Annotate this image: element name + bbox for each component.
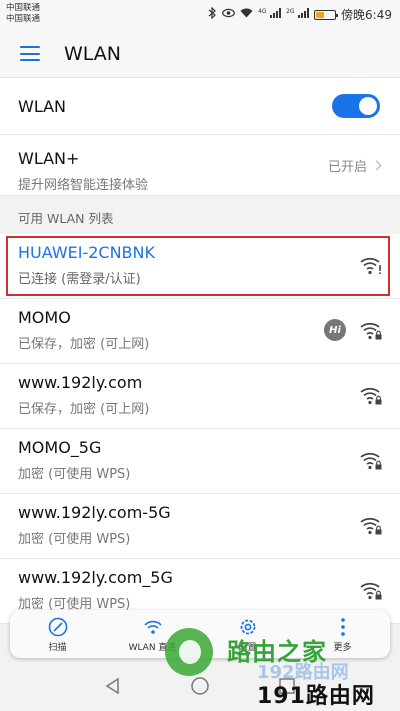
network-ssid: HUAWEI-2CNBNK (18, 243, 155, 262)
wlan-switch[interactable] (332, 94, 380, 118)
wlan-direct-icon (143, 620, 162, 634)
wifi-alert-icon (360, 256, 382, 276)
scan-icon (48, 617, 67, 636)
network-state: 已连接 (需登录/认证) (18, 272, 141, 287)
app-bar: WLAN (0, 30, 400, 78)
network-state: 加密 (可使用 WPS) (18, 467, 131, 482)
eye-icon (222, 8, 236, 21)
network-state: 加密 (可使用 WPS) (18, 532, 131, 547)
more-vertical-icon (340, 617, 345, 636)
recents-icon[interactable] (278, 677, 296, 699)
back-icon[interactable] (104, 677, 122, 699)
more-label: 更多 (333, 642, 352, 653)
scan-label: 扫描 (48, 642, 67, 653)
wifi-lock-icon (360, 386, 382, 406)
status-bar: 中国联通 中国联通 4G 2G 傍晚6:49 (0, 0, 400, 30)
available-networks-header: 可用 WLAN 列表 (0, 196, 400, 234)
network-ssid: www.192ly.com_5G (18, 568, 173, 587)
home-icon[interactable] (190, 676, 210, 700)
hilink-badge-icon: Hi (324, 319, 346, 341)
network-ssid: www.192ly.com-5G (18, 503, 171, 522)
wifi-lock-icon (360, 321, 382, 341)
battery-icon (314, 9, 339, 20)
carrier-1: 中国联通 (6, 3, 41, 13)
network-row[interactable]: www.192ly.com 已保存，加密 (可上网) (0, 364, 400, 429)
switch-knob (359, 97, 377, 115)
status-icons: 4G 2G 傍晚6:49 (208, 6, 392, 23)
carrier-2: 中国联通 (6, 14, 41, 24)
settings-button[interactable]: 配置 (213, 616, 283, 653)
net-tag-1: 4G (258, 8, 267, 15)
wlan-plus-description: 提升网络智能连接体验 (18, 178, 149, 193)
wlan-direct-button[interactable]: WLAN 直连 (118, 616, 188, 653)
wlan-plus-status: 已开启 (327, 156, 382, 175)
network-ssid: www.192ly.com (18, 373, 143, 392)
page-title: WLAN (64, 42, 122, 65)
system-nav-bar (0, 664, 400, 711)
network-row[interactable]: HUAWEI-2CNBNK 已连接 (需登录/认证) (0, 234, 400, 299)
net-tag-2: 2G (286, 8, 295, 15)
wlan-toggle-label: WLAN (18, 96, 67, 116)
more-button[interactable]: 更多 (308, 616, 378, 653)
wlan-direct-label: WLAN 直连 (128, 642, 177, 653)
bottom-toolbar: 扫描 WLAN 直连 配置 更多 (10, 610, 390, 658)
network-row[interactable]: www.192ly.com-5G 加密 (可使用 WPS) (0, 494, 400, 559)
wlan-toggle-row[interactable]: WLAN (0, 78, 400, 135)
gear-icon (240, 619, 255, 634)
scan-button[interactable]: 扫描 (23, 616, 93, 653)
network-row[interactable]: MOMO_5G 加密 (可使用 WPS) (0, 429, 400, 494)
bluetooth-icon (208, 6, 217, 22)
network-list: HUAWEI-2CNBNK 已连接 (需登录/认证) MOMO 已保存，加密 (可上网… (0, 234, 400, 624)
clock: 傍晚6:49 (341, 8, 392, 22)
network-ssid: MOMO_5G (18, 438, 102, 457)
wlan-plus-row[interactable]: WLAN+ 提升网络智能连接体验 已开启 (0, 135, 400, 196)
settings-label: 配置 (238, 642, 257, 653)
wifi-lock-icon (360, 516, 382, 536)
chevron-right-icon (371, 160, 382, 171)
carrier-labels: 中国联通 中国联通 (6, 3, 40, 25)
network-state: 已保存，加密 (可上网) (18, 402, 150, 417)
wlan-plus-status-text: 已开启 (327, 160, 367, 175)
menu-icon[interactable] (20, 46, 40, 61)
wifi-lock-icon (360, 581, 382, 601)
network-row[interactable]: MOMO 已保存，加密 (可上网) Hi (0, 299, 400, 364)
wifi-status-icon (240, 8, 253, 21)
wifi-lock-icon (360, 451, 382, 471)
signal-1-icon: 4G (258, 8, 282, 21)
signal-2-icon: 2G (286, 8, 310, 21)
